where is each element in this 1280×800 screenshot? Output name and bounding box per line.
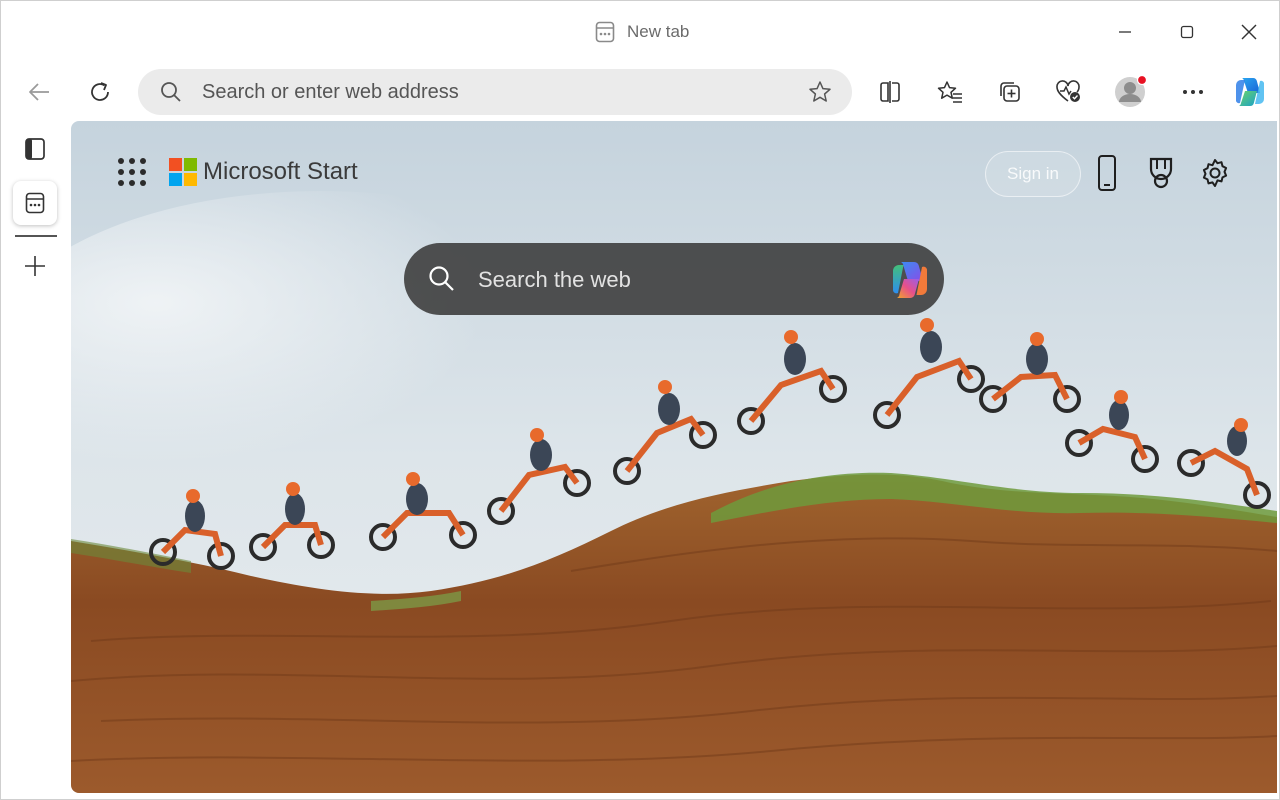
new-tab-page-icon[interactable]	[13, 181, 57, 225]
window-title: New tab	[595, 19, 689, 45]
back-arrow-icon[interactable]	[19, 72, 59, 112]
close-icon[interactable]	[1227, 17, 1271, 47]
favorites-icon[interactable]	[930, 72, 970, 112]
brand-name[interactable]: Microsoft Start	[203, 157, 358, 187]
app-launcher-icon[interactable]	[117, 157, 147, 187]
copilot-icon[interactable]	[1230, 72, 1270, 112]
window-title-text: New tab	[627, 22, 690, 41]
new-tab-plus-icon[interactable]	[13, 244, 57, 288]
microsoft-logo-icon	[169, 157, 197, 187]
settings-gear-icon[interactable]	[1195, 153, 1235, 193]
browser-window: New tab Search or enter web address Micr…	[0, 0, 1280, 800]
favorite-star-icon[interactable]	[808, 80, 832, 109]
vertical-tabs-sidebar	[1, 121, 71, 800]
profile-avatar-icon[interactable]	[1111, 72, 1151, 112]
search-icon	[160, 81, 182, 108]
sign-in-button[interactable]: Sign in	[985, 151, 1081, 197]
maximize-icon[interactable]	[1165, 17, 1209, 47]
split-screen-icon[interactable]	[870, 72, 910, 112]
new-tab-page: Microsoft Start Sign in	[71, 121, 1277, 793]
minimize-icon[interactable]	[1103, 17, 1147, 47]
title-bar: New tab	[1, 1, 1280, 63]
refresh-icon[interactable]	[80, 72, 120, 112]
tab-actions-icon[interactable]	[13, 127, 57, 171]
sidebar-divider	[15, 235, 57, 237]
browser-toolbar	[1, 63, 1280, 121]
new-tab-icon	[595, 21, 615, 43]
address-input[interactable]	[202, 77, 782, 107]
rewards-trophy-icon[interactable]	[1141, 153, 1181, 193]
copilot-icon[interactable]	[890, 259, 930, 306]
background-image	[71, 121, 1277, 793]
search-icon	[428, 265, 456, 298]
collections-icon[interactable]	[990, 72, 1030, 112]
more-options-icon[interactable]	[1173, 72, 1213, 112]
web-search-input[interactable]	[478, 263, 858, 297]
address-bar[interactable]	[138, 69, 852, 115]
phone-icon[interactable]	[1087, 153, 1127, 193]
browser-essentials-icon[interactable]	[1049, 72, 1089, 112]
web-search-box[interactable]	[404, 243, 944, 315]
